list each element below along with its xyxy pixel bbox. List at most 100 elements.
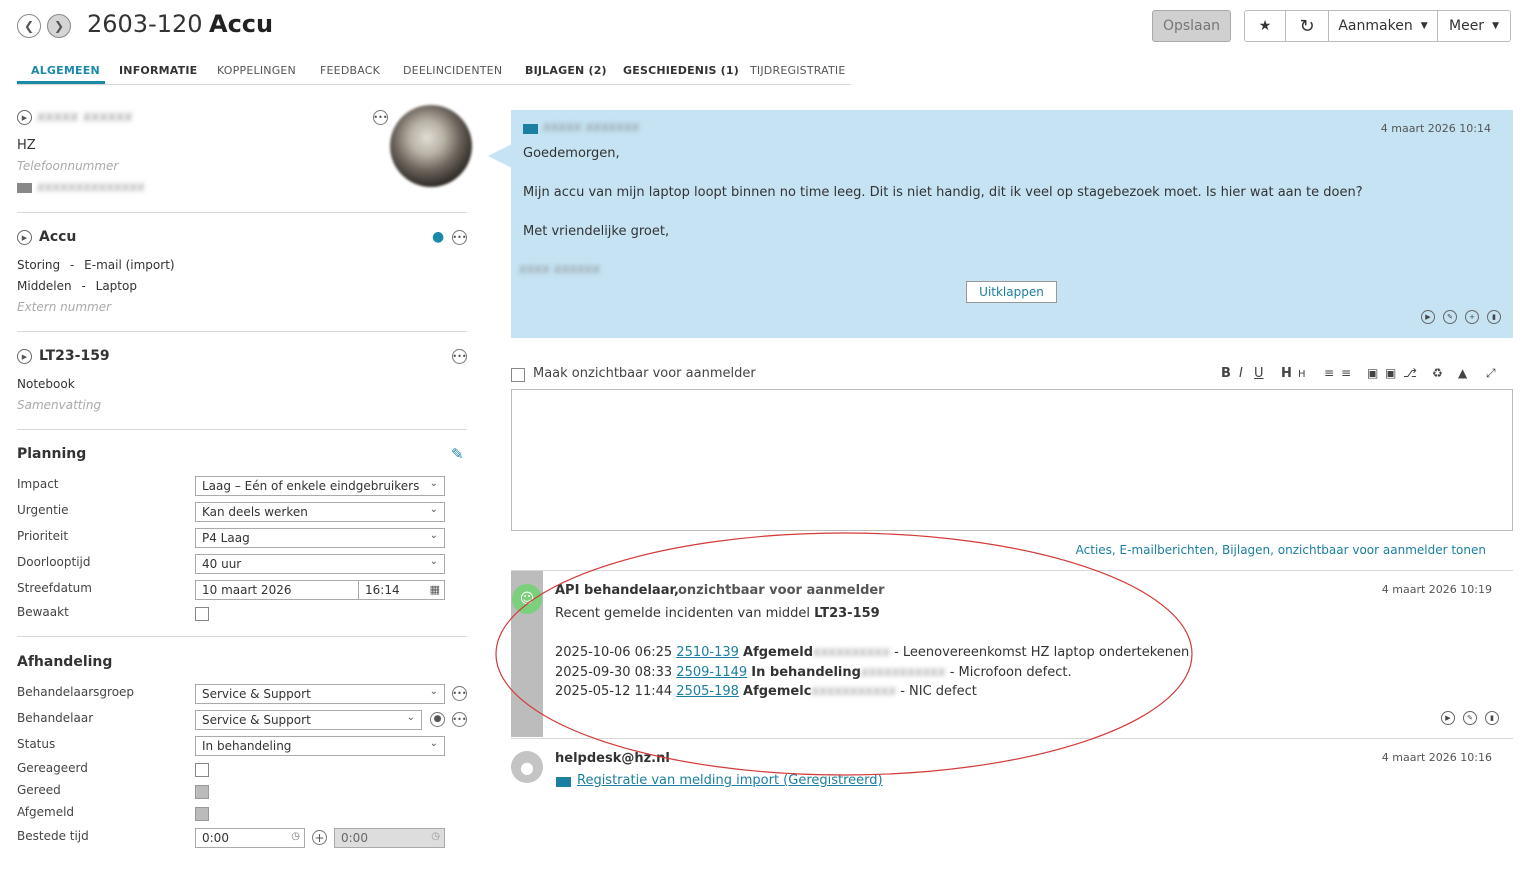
priority-label: Prioriteit — [17, 529, 69, 543]
done-label: Gereed — [17, 783, 61, 797]
message-body: Mijn accu van mijn laptop loopt binnen n… — [523, 185, 1363, 200]
request-menu-icon[interactable]: ••• — [452, 230, 467, 245]
responded-checkbox[interactable] — [195, 763, 209, 777]
forward-icon[interactable]: ▶ — [1421, 310, 1435, 324]
attachment-icon[interactable]: ⎇ — [1403, 366, 1417, 380]
operator-menu-icon[interactable]: ••• — [452, 712, 467, 727]
image-icon[interactable]: ▣ — [1367, 366, 1378, 380]
chevron-down-icon: ⌄ — [429, 530, 438, 541]
more-label: Meer — [1449, 18, 1485, 34]
favorite-button[interactable]: ★ — [1244, 10, 1286, 42]
expand-button[interactable]: Uitklappen — [966, 281, 1057, 303]
tab-geschiedenis[interactable]: GESCHIEDENIS (1) — [623, 64, 739, 77]
chevron-down-icon: ⌄ — [429, 504, 438, 515]
add-icon[interactable]: + — [1465, 310, 1479, 324]
message-timestamp: 4 maart 2026 10:14 — [1380, 122, 1491, 135]
tab-bijlagen[interactable]: BIJLAGEN (2) — [525, 64, 607, 77]
create-dropdown[interactable]: Aanmaken ▼ — [1328, 10, 1438, 42]
caret-down-icon: ▼ — [1492, 21, 1499, 31]
ticket-title: Accu — [209, 10, 274, 38]
planning-title: Planning — [17, 446, 87, 462]
api-actions: ▶ ✎ ▮ — [1441, 711, 1499, 725]
caller-name[interactable]: xxxxx xxxxxx — [37, 109, 133, 125]
person-icon[interactable]: ● — [430, 712, 445, 727]
tab-deelincidenten[interactable]: DEELINCIDENTEN — [403, 64, 502, 77]
request-expand-icon[interactable]: ▶ — [17, 230, 32, 245]
urgency-value: Kan deels werken — [202, 505, 308, 519]
time-spent-value: 0:00 — [202, 831, 229, 845]
tab-informatie[interactable]: INFORMATIE — [119, 64, 197, 77]
edit-icon[interactable]: ✎ — [1443, 310, 1457, 324]
message-editor[interactable] — [511, 389, 1513, 531]
invisible-checkbox[interactable] — [511, 368, 525, 382]
duration-select[interactable]: 40 uur ⌄ — [195, 554, 445, 574]
deadline-time-input[interactable]: 16:14 ▦ — [358, 580, 445, 600]
heading-large-icon[interactable]: H — [1281, 366, 1292, 381]
operator-select[interactable]: Service & Support ⌄ — [195, 710, 422, 730]
lightbulb-icon[interactable]: ● — [432, 229, 444, 245]
refresh-button[interactable]: ↻ — [1285, 10, 1329, 42]
external-number-placeholder[interactable]: Extern nummer — [17, 300, 111, 314]
caller-expand-icon[interactable]: ▶ — [17, 110, 32, 125]
deadline-date-input[interactable]: 10 maart 2026 — [195, 580, 359, 600]
group-select[interactable]: Service & Support ⌄ — [195, 684, 445, 704]
create-label: Aanmaken — [1338, 18, 1413, 34]
clock-icon: ◷ — [431, 831, 440, 842]
tab-koppelingen[interactable]: KOPPELINGEN — [217, 64, 296, 77]
divider — [17, 429, 467, 430]
gallery-icon[interactable]: ▣ — [1385, 366, 1396, 380]
operator-label: Behandelaar — [17, 711, 94, 725]
caller-menu-icon[interactable]: ••• — [373, 110, 388, 125]
object-menu-icon[interactable]: ••• — [452, 349, 467, 364]
message-pointer — [488, 144, 512, 168]
group-menu-icon[interactable]: ••• — [452, 686, 467, 701]
back-button[interactable]: ❮ — [17, 14, 41, 38]
monitored-checkbox[interactable] — [195, 607, 209, 621]
tab-tijdregistratie[interactable]: TIJDREGISTRATIE — [750, 64, 846, 77]
edit-icon[interactable]: ✎ — [1463, 711, 1477, 725]
mail-icon — [17, 183, 32, 193]
calendar-icon[interactable]: ▦ — [430, 583, 440, 596]
bullet-list-icon[interactable]: ≡ — [1324, 366, 1334, 380]
caller-email[interactable]: xxxxxxxxxxxxxx — [37, 180, 145, 195]
impact-select[interactable]: Laag – Eén of enkele eindgebruikers ⌄ — [195, 476, 445, 496]
forward-button[interactable]: ❯ — [47, 14, 71, 38]
fullscreen-icon[interactable]: ⤢ — [1486, 366, 1496, 381]
italic-icon[interactable]: I — [1239, 366, 1243, 381]
status-value: In behandeling — [202, 739, 292, 753]
priority-value: P4 Laag — [202, 531, 250, 545]
time-spent-input[interactable]: 0:00 ◷ — [195, 828, 305, 848]
message-actions: ▶ ✎ + ▮ — [1421, 310, 1501, 324]
underline-icon[interactable]: U — [1254, 366, 1264, 381]
tab-algemeen[interactable]: ALGEMEEN — [31, 64, 100, 77]
more-dropdown[interactable]: Meer ▼ — [1437, 10, 1511, 42]
closed-checkbox — [195, 807, 209, 821]
urgency-select[interactable]: Kan deels werken ⌄ — [195, 502, 445, 522]
edit-planning-icon[interactable]: ✎ — [451, 445, 464, 463]
status-select[interactable]: In behandeling ⌄ — [195, 736, 445, 756]
invisible-label: Maak onzichtbaar voor aanmelder — [533, 366, 756, 381]
save-button[interactable]: Opslaan — [1152, 10, 1231, 42]
bold-icon[interactable]: B — [1221, 366, 1231, 381]
add-time-icon[interactable]: + — [312, 830, 327, 845]
stamp-icon[interactable]: ▲ — [1458, 366, 1467, 380]
caller-phone-placeholder[interactable]: Telefoonnummer — [17, 159, 118, 173]
request-object-type: Middelen - Laptop — [17, 279, 137, 293]
object-expand-icon[interactable]: ▶ — [17, 349, 32, 364]
urgency-label: Urgentie — [17, 503, 69, 517]
done-checkbox — [195, 785, 209, 799]
heading-small-icon[interactable]: H — [1298, 369, 1306, 380]
forward-icon[interactable]: ▶ — [1441, 711, 1455, 725]
duration-label: Doorlooptijd — [17, 555, 91, 569]
delete-icon[interactable]: ▮ — [1485, 711, 1499, 725]
avatar — [390, 105, 472, 187]
link-icon[interactable]: ♻ — [1432, 366, 1443, 380]
summary-placeholder[interactable]: Samenvatting — [17, 398, 101, 412]
object-name: Notebook — [17, 377, 75, 391]
priority-select[interactable]: P4 Laag ⌄ — [195, 528, 445, 548]
time-spent-label: Bestede tijd — [17, 829, 89, 843]
tab-feedback[interactable]: FEEDBACK — [320, 64, 380, 77]
delete-icon[interactable]: ▮ — [1487, 310, 1501, 324]
caller-branch: HZ — [17, 138, 36, 153]
numbered-list-icon[interactable]: ≡ — [1341, 366, 1351, 380]
